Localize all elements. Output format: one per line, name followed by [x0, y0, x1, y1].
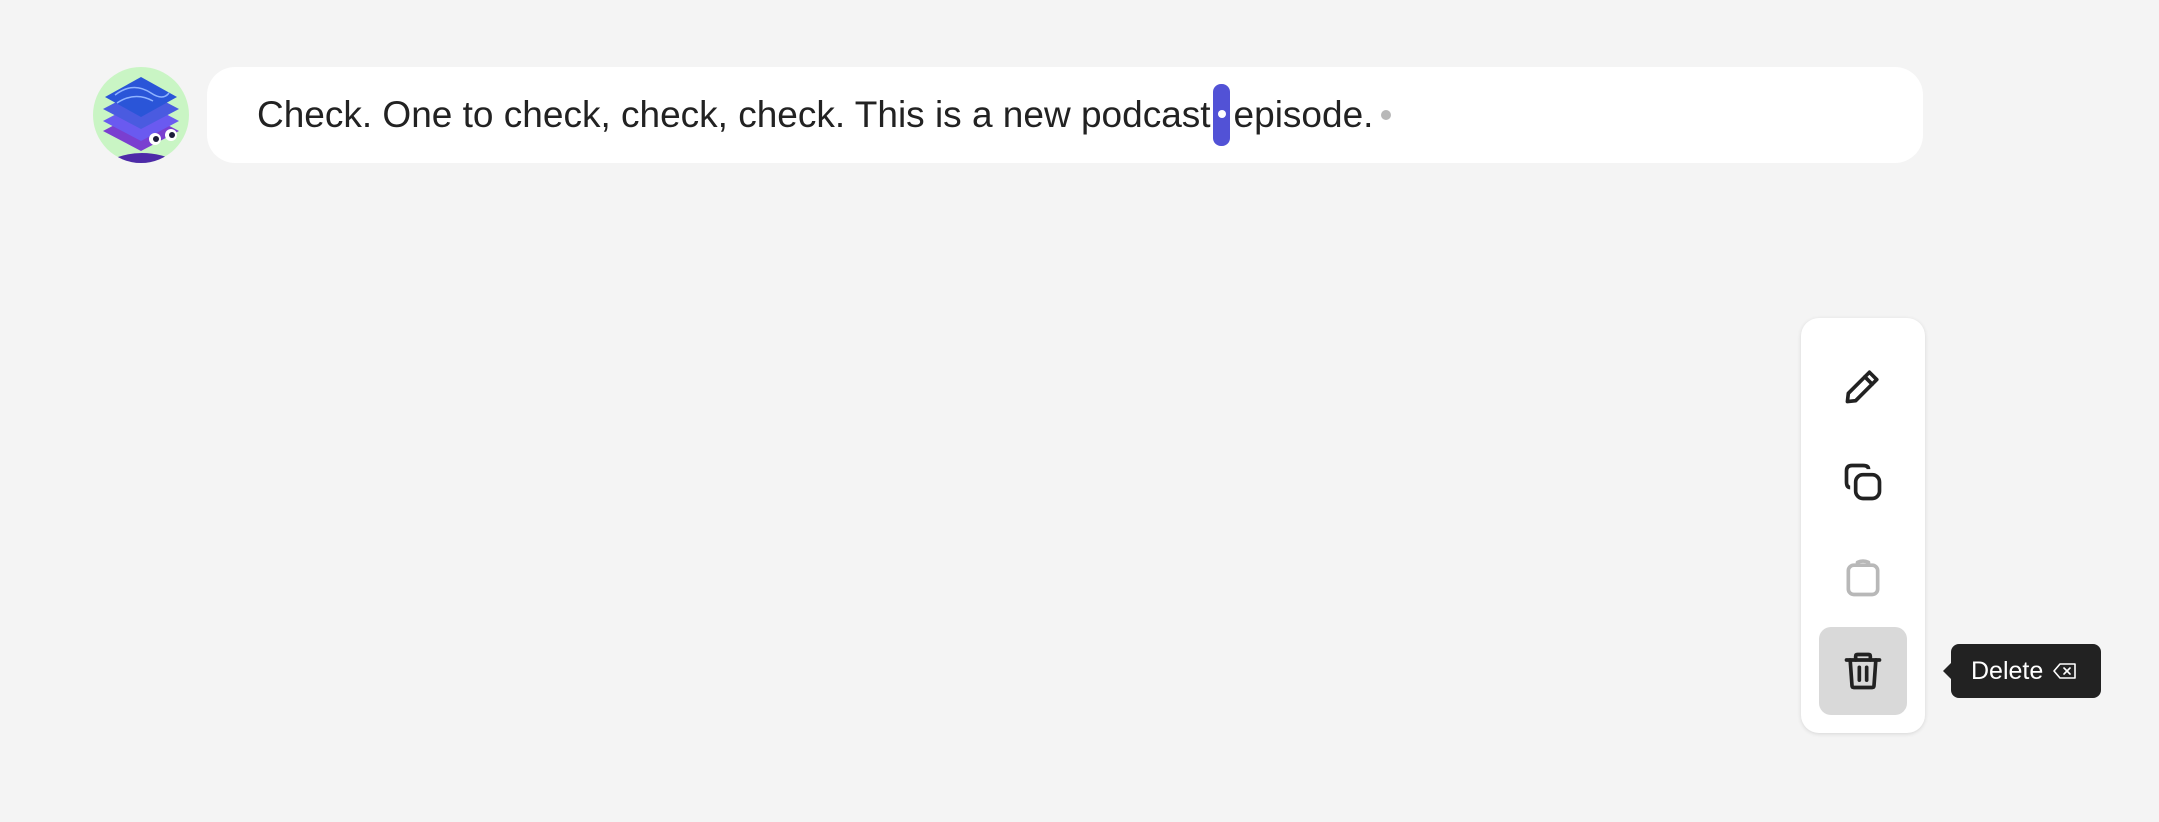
transcript-text-after[interactable]: episode.	[1234, 94, 1374, 136]
edit-button[interactable]	[1819, 342, 1907, 430]
tooltip-label: Delete	[1971, 656, 2044, 685]
speaker-avatar[interactable]	[93, 67, 189, 163]
pencil-icon	[1845, 370, 1879, 404]
clipboard-icon	[1846, 559, 1880, 597]
selected-word-gap[interactable]	[1212, 84, 1230, 146]
action-toolbar	[1801, 318, 1925, 733]
delete-tooltip: Delete	[1942, 644, 2102, 698]
editor-page: Check. One to check, check, check. This …	[0, 0, 2159, 822]
end-marker-dot	[1381, 110, 1392, 120]
backspace-key-icon	[2053, 662, 2077, 680]
delete-button[interactable]	[1819, 627, 1907, 715]
transcript-text-before[interactable]: Check. One to check, check, check. This …	[257, 94, 1211, 136]
paste-button[interactable]	[1819, 534, 1907, 622]
copy-icon	[1844, 463, 1882, 501]
duplicate-button[interactable]	[1819, 438, 1907, 526]
transcript-line[interactable]: Check. One to check, check, check. This …	[207, 67, 1923, 163]
trash-icon	[1844, 652, 1882, 690]
